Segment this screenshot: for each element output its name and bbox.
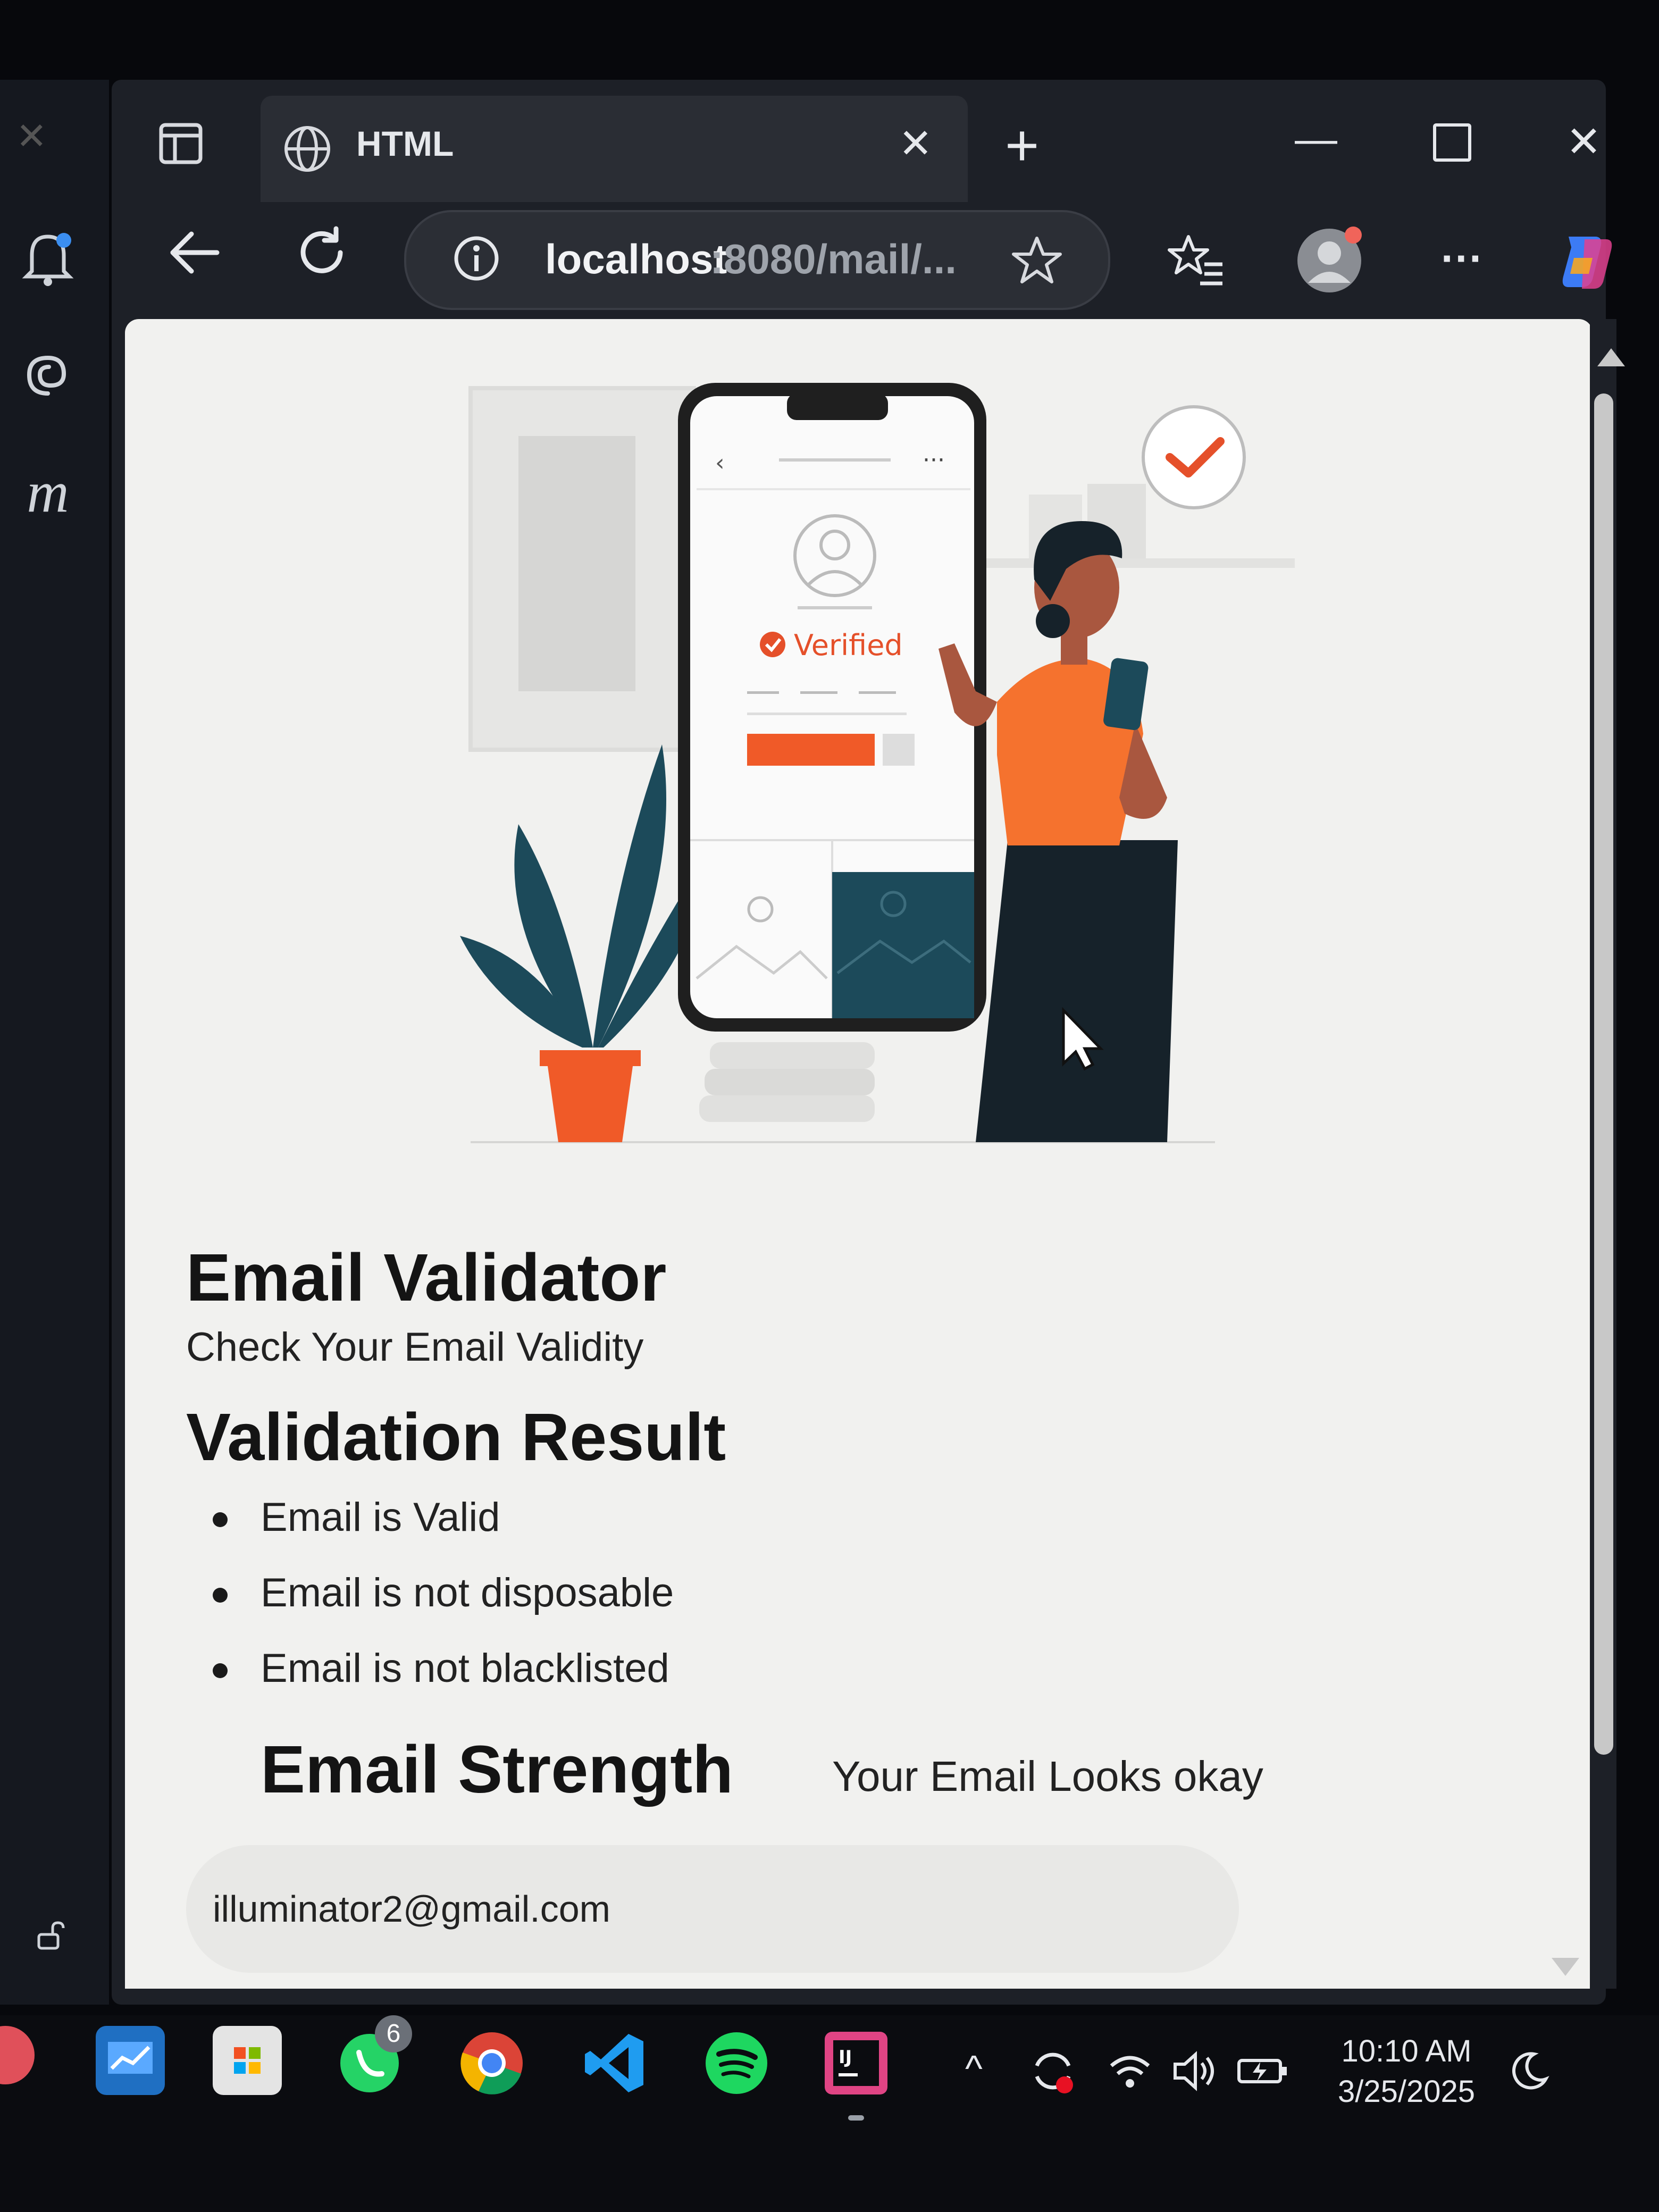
result-item-disposable: Email is not disposable (213, 1570, 674, 1645)
scrollbar-thumb[interactable] (1594, 393, 1613, 1755)
email-strength-heading: Email Strength (261, 1732, 734, 1807)
svg-text:IJ: IJ (839, 2047, 852, 2068)
taskbar-clock[interactable]: 10:10 AM 3/25/2025 (1319, 2031, 1494, 2112)
close-icon[interactable]: ✕ (16, 114, 47, 158)
page-subtitle: Check Your Email Validity (186, 1325, 644, 1370)
result-item-valid: Email is Valid (213, 1494, 674, 1570)
volume-icon[interactable] (1170, 2047, 1218, 2098)
url-path: :8080/mail/... (710, 236, 957, 282)
tab-title: HTML (356, 124, 454, 163)
email-strength-message: Your Email Looks okay (832, 1753, 1263, 1800)
email-input[interactable] (186, 1845, 1239, 1973)
microsoft-store-icon[interactable] (213, 2026, 282, 2095)
url-host: localhost (545, 236, 727, 282)
wifi-icon[interactable] (1106, 2047, 1154, 2098)
svg-text:‹: ‹ (715, 449, 725, 476)
spotify-icon[interactable] (702, 2029, 771, 2098)
verified-user-illustration: ‹ ··· Verified (460, 383, 1295, 1143)
result-item-blacklisted: Email is not blacklisted (213, 1645, 674, 1721)
page-title: Email Validator (186, 1240, 667, 1315)
copilot-icon[interactable] (1553, 226, 1622, 298)
new-tab-icon[interactable]: + (1005, 112, 1039, 179)
whatsapp-unread-badge: 6 (375, 2015, 412, 2052)
scroll-up-icon[interactable] (1597, 348, 1625, 366)
maximize-icon[interactable] (1433, 123, 1471, 162)
minimize-icon[interactable]: — (1295, 114, 1337, 163)
show-hidden-icons[interactable]: ^ (965, 2047, 983, 2090)
monitor-app-icon[interactable] (96, 2026, 165, 2095)
moon-icon[interactable] (1507, 2050, 1550, 2095)
validation-result-list: Email is Valid Email is not disposable E… (213, 1494, 674, 1721)
globe-icon (282, 123, 333, 177)
more-options-icon[interactable]: ··· (1441, 234, 1484, 283)
verified-badge-text: Verified (794, 629, 903, 662)
intellij-icon[interactable]: IJ (822, 2029, 891, 2098)
back-icon[interactable] (165, 223, 223, 284)
m-app-icon[interactable]: m (13, 457, 82, 526)
svg-text:···: ··· (923, 447, 945, 474)
taskbar-time: 10:10 AM (1341, 2034, 1472, 2068)
sidebar-toggle-icon[interactable] (157, 120, 205, 170)
chrome-icon[interactable] (457, 2029, 526, 2098)
favorites-icon[interactable] (1167, 231, 1226, 292)
vscode-icon[interactable] (580, 2029, 649, 2098)
favorite-star-icon[interactable] (1010, 234, 1063, 290)
sync-icon[interactable] (1026, 2045, 1079, 2100)
app-icon-partial[interactable] (0, 2021, 43, 2090)
unlock-icon[interactable] (29, 1914, 72, 1957)
validation-result-heading: Validation Result (186, 1400, 726, 1474)
scroll-down-icon[interactable] (1552, 1958, 1579, 1976)
profile-avatar-icon[interactable] (1292, 223, 1367, 300)
swirl-icon[interactable] (13, 340, 82, 409)
close-tab-icon[interactable]: ✕ (899, 120, 933, 167)
notification-bell-icon[interactable] (13, 223, 82, 292)
site-info-icon[interactable] (452, 234, 501, 286)
active-app-indicator (848, 2115, 864, 2121)
refresh-icon[interactable] (292, 223, 351, 284)
taskbar-date: 3/25/2025 (1337, 2074, 1476, 2109)
close-window-icon[interactable]: ✕ (1566, 117, 1602, 166)
battery-icon[interactable] (1234, 2047, 1292, 2098)
